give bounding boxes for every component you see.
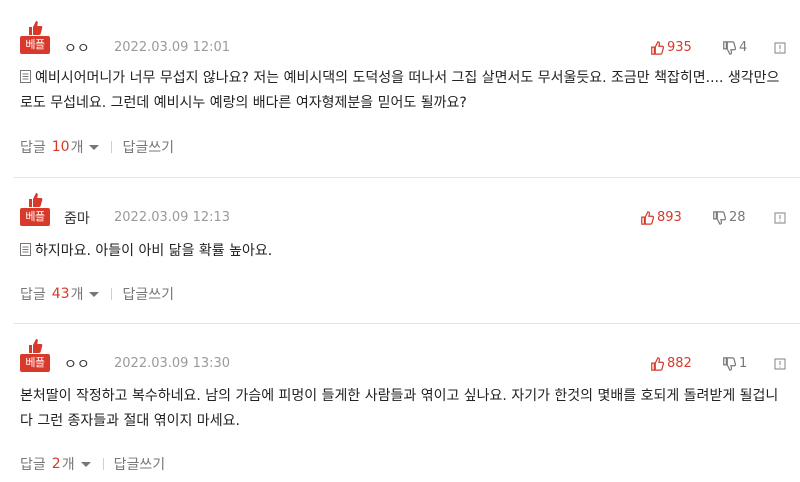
thumbs-up-icon (641, 210, 654, 225)
author-name[interactable]: ㅇㅇ (64, 38, 90, 58)
thumbs-up-icon (29, 193, 43, 207)
thumbs-down-icon (713, 210, 726, 225)
chevron-down-icon (80, 461, 91, 467)
comment-text-block: 하지마요. 아들이 아비 닮을 확률 높아요. (20, 239, 780, 264)
thumbs-up-icon (651, 40, 664, 55)
report-icon[interactable] (774, 42, 786, 54)
reply-count: 10 (51, 139, 70, 155)
thumbs-up-icon (29, 339, 43, 353)
like-count: 893 (657, 210, 682, 225)
reply-count-suffix: 개 (61, 457, 75, 473)
document-icon (20, 243, 31, 256)
comment-text-block: 예비시어머니가 너무 무섭지 않나요? 저는 예비시댁의 도덕성을 떠나서 그집… (20, 66, 780, 116)
divider (14, 177, 800, 178)
comment-text-block: 본처딸이 작정하고 복수하네요. 남의 가슴에 피멍이 들게한 사람들과 엮이고… (20, 384, 780, 434)
like-count: 882 (667, 356, 692, 371)
dislike-count: 28 (729, 210, 746, 225)
reply-bar: 답글 10 개 답글쓰기 (20, 137, 174, 157)
thumbs-down-icon (723, 356, 736, 371)
reply-toggle[interactable]: 답글 43 개 (20, 284, 100, 304)
reply-bar: 답글 2개 답글쓰기 (20, 454, 165, 474)
comment-text: 본처딸이 작정하고 복수하네요. 남의 가슴에 피멍이 들게한 사람들과 엮이고… (20, 388, 779, 429)
comment-date: 2022.03.09 13:30 (114, 356, 231, 371)
write-reply-link[interactable]: 답글쓰기 (122, 284, 174, 304)
author-name[interactable]: ㅇㅇ (64, 354, 90, 374)
best-badge: 베플 (20, 20, 50, 56)
best-label: 베플 (20, 36, 50, 54)
like-button[interactable]: 935 (650, 40, 692, 55)
reply-count: 2 (51, 456, 61, 472)
reply-toggle[interactable]: 답글 10 개 (20, 137, 100, 157)
author-name[interactable]: 줌마 (64, 208, 90, 228)
comment-date: 2022.03.09 12:13 (114, 210, 231, 225)
reply-bar: 답글 43 개 답글쓰기 (20, 284, 174, 304)
dislike-count: 1 (739, 356, 748, 371)
reply-label: 답글 (20, 457, 46, 473)
dislike-button[interactable]: 4 (722, 40, 747, 55)
like-count: 935 (667, 40, 692, 55)
comment-date: 2022.03.09 12:01 (114, 40, 231, 55)
document-icon (20, 70, 31, 83)
reply-count-suffix: 개 (70, 140, 84, 156)
write-reply-link[interactable]: 답글쓰기 (114, 454, 166, 474)
reply-toggle[interactable]: 답글 2개 (20, 454, 91, 474)
dislike-count: 4 (739, 40, 748, 55)
divider (111, 141, 113, 153)
divider (14, 323, 800, 324)
write-reply-link[interactable]: 답글쓰기 (122, 137, 174, 157)
thumbs-down-icon (723, 40, 736, 55)
dislike-button[interactable]: 1 (722, 356, 747, 371)
thumbs-up-icon (651, 356, 664, 371)
dislike-button[interactable]: 28 (712, 210, 746, 225)
chevron-down-icon (89, 291, 100, 297)
reply-label: 답글 (20, 140, 46, 156)
divider (102, 458, 104, 470)
best-label: 베플 (20, 208, 50, 226)
comment-text: 예비시어머니가 너무 무섭지 않나요? 저는 예비시댁의 도덕성을 떠나서 그집… (20, 70, 780, 111)
best-badge: 베플 (20, 192, 50, 228)
reply-count-suffix: 개 (70, 287, 84, 303)
comment-text: 하지마요. 아들이 아비 닮을 확률 높아요. (35, 243, 273, 259)
like-button[interactable]: 893 (640, 210, 682, 225)
like-button[interactable]: 882 (650, 356, 692, 371)
best-badge: 베플 (20, 338, 50, 374)
reply-count: 43 (51, 286, 70, 302)
report-icon[interactable] (774, 358, 786, 370)
best-label: 베플 (20, 354, 50, 372)
report-icon[interactable] (774, 212, 786, 224)
thumbs-up-icon (29, 21, 43, 35)
chevron-down-icon (89, 144, 100, 150)
divider (111, 288, 113, 300)
reply-label: 답글 (20, 287, 46, 303)
